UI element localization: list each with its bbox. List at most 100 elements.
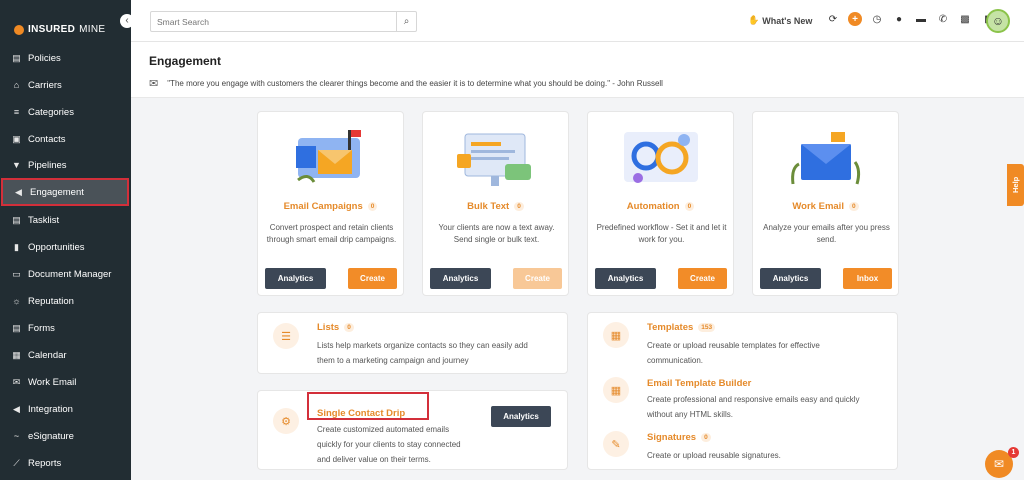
signatures-description: Create or upload reusable signatures. xyxy=(647,451,781,460)
sidebar-item-contacts[interactable]: ▣ Contacts xyxy=(0,126,131,152)
chip-icon[interactable]: ▩ xyxy=(958,12,972,26)
tile-title-text[interactable]: Automation xyxy=(627,201,680,212)
sidebar: INSURED MINE ‹ ▤ Policies ⌂ Carriers ≡ Categ… xyxy=(0,0,134,480)
sidebar-item-label: Reports xyxy=(28,457,62,469)
search-icon[interactable]: ⌕ xyxy=(396,12,416,31)
create-button[interactable]: Create xyxy=(513,268,562,289)
tile-title-text[interactable]: Bulk Text xyxy=(467,201,509,212)
sidebar-item-calendar[interactable]: ▦ Calendar xyxy=(0,342,131,368)
signature-icon: ~ xyxy=(13,431,20,441)
top-bar: ⌕ ✋What's New ⟳ + ◷ ● ▬ ✆ ▩ ▮ ☺ xyxy=(131,0,1024,42)
analytics-button[interactable]: Analytics xyxy=(430,268,491,289)
sidebar-item-reports[interactable]: ⟋ Reports xyxy=(0,450,131,476)
lists-title: Lists 0 xyxy=(317,322,354,333)
whats-new-label: What's New xyxy=(762,15,813,26)
brand-name-light: MINE xyxy=(79,24,106,35)
gears-icon xyxy=(624,132,698,183)
smart-search: ⌕ xyxy=(150,11,417,32)
search-input[interactable] xyxy=(151,12,396,31)
count-badge: 0 xyxy=(848,201,859,211)
mailbox-icon xyxy=(296,130,361,183)
line-chart-icon: ⟋ xyxy=(13,457,20,468)
help-tab[interactable]: Help xyxy=(1007,164,1024,206)
list-icon: ▤ xyxy=(12,214,21,225)
create-button[interactable]: Create xyxy=(348,268,397,289)
phone-icon[interactable]: ✆ xyxy=(936,12,950,26)
drip-icon: ⚙ xyxy=(273,408,299,434)
add-icon[interactable]: + xyxy=(848,12,862,26)
drip-desc-line: and deliver value on their terms. xyxy=(317,455,431,464)
chat-badge: 1 xyxy=(1008,447,1019,458)
analytics-button[interactable]: Analytics xyxy=(760,268,821,289)
drip-description: Create customized automated emails quick… xyxy=(317,422,497,467)
sidebar-item-forms[interactable]: ▤ Forms xyxy=(0,315,131,341)
count-badge: 0 xyxy=(701,432,711,442)
tile-title: Work Email 0 xyxy=(753,201,898,212)
sidebar-item-engagement[interactable]: ◀ Engagement xyxy=(1,178,129,206)
builder-desc-line: Create professional and responsive email… xyxy=(647,395,860,404)
sidebar-item-label: Contacts xyxy=(28,133,66,145)
create-button[interactable]: Create xyxy=(678,268,727,289)
bulk-text-card: Bulk Text 0 Your clients are now a text a… xyxy=(422,111,569,296)
tile-title: Automation 0 xyxy=(588,201,733,212)
brand-logo[interactable]: INSURED MINE xyxy=(14,24,105,35)
reputation-icon: ☼ xyxy=(12,296,21,306)
tile-title-text[interactable]: Work Email xyxy=(792,201,844,212)
form-icon: ▤ xyxy=(12,322,21,333)
bell-icon[interactable]: ● xyxy=(892,12,906,26)
automation-card: Automation 0 Predefined workflow - Set it… xyxy=(587,111,734,296)
clock-icon[interactable]: ◷ xyxy=(870,12,884,26)
analytics-button[interactable]: Analytics xyxy=(491,406,551,427)
signature-icon: ✎ xyxy=(603,431,629,457)
lists-desc-line: Lists help markets organize contacts so … xyxy=(317,341,528,350)
sidebar-item-label: Carriers xyxy=(28,79,62,91)
refresh-icon[interactable]: ⟳ xyxy=(826,12,840,26)
analytics-button[interactable]: Analytics xyxy=(265,268,326,289)
avatar[interactable]: ☺ xyxy=(986,9,1010,33)
sidebar-item-categories[interactable]: ≡ Categories xyxy=(0,99,131,125)
page-title: Engagement xyxy=(149,54,222,68)
bank-icon: ⌂ xyxy=(13,80,20,90)
chat-screen-icon xyxy=(457,133,531,186)
tile-title: Email Campaigns 0 xyxy=(258,201,403,212)
drip-desc-line: quickly for your clients to stay connect… xyxy=(317,440,461,449)
sidebar-item-esignature[interactable]: ~ eSignature xyxy=(0,423,131,449)
analytics-button[interactable]: Analytics xyxy=(595,268,656,289)
signatures-title-text[interactable]: Signatures xyxy=(647,432,696,443)
sidebar-item-document-manager[interactable]: ▭ Document Manager xyxy=(0,261,131,287)
quote: ✉ "The more you engage with customers th… xyxy=(149,77,663,90)
templates-title-text[interactable]: Templates xyxy=(647,322,693,333)
templates-desc-line: Create or upload reusable templates for … xyxy=(647,341,820,350)
whats-new-link[interactable]: ✋ What's New xyxy=(748,15,812,26)
inbox-button[interactable]: Inbox xyxy=(843,268,892,289)
highlight-box xyxy=(307,392,429,420)
templates-card: ▦ Templates 153 Create or upload reusable… xyxy=(587,312,898,470)
sidebar-item-label: Engagement xyxy=(30,186,84,198)
sidebar-item-policies[interactable]: ▤ Policies xyxy=(0,45,131,71)
sidebar-item-tasklist[interactable]: ▤ Tasklist xyxy=(0,207,131,233)
lists-card: ☰ Lists 0 Lists help markets organize con… xyxy=(257,312,568,374)
chat-icon[interactable]: ▬ xyxy=(914,12,928,26)
brand-name-bold: INSURED xyxy=(28,24,76,35)
builder-title[interactable]: Email Template Builder xyxy=(647,378,751,389)
tile-title-text[interactable]: Email Campaigns xyxy=(284,201,363,212)
sidebar-item-label: Tasklist xyxy=(28,214,60,226)
sidebar-item-integration[interactable]: ◀ Integration xyxy=(0,396,131,422)
lists-title-text[interactable]: Lists xyxy=(317,322,339,333)
mail-icon: ✉ xyxy=(12,376,21,387)
calendar-icon: ▦ xyxy=(12,349,21,360)
help-label: Help xyxy=(1011,176,1020,194)
lists-desc-line: them to a marketing campaign and journey xyxy=(317,356,469,365)
sidebar-item-label: eSignature xyxy=(28,430,74,442)
sidebar-item-pipelines[interactable]: ▼ Pipelines xyxy=(0,152,131,178)
sidebar-item-reputation[interactable]: ☼ Reputation xyxy=(0,288,131,314)
sidebar-item-work-email[interactable]: ✉ Work Email xyxy=(0,369,131,395)
sidebar-item-label: Categories xyxy=(28,106,74,118)
sidebar-item-opportunities[interactable]: ▮ Opportunities xyxy=(0,234,131,260)
sidebar-item-label: Forms xyxy=(28,322,55,334)
sidebar-item-label: Work Email xyxy=(28,376,77,388)
sidebar-item-carriers[interactable]: ⌂ Carriers xyxy=(0,72,131,98)
count-badge: 0 xyxy=(684,201,695,211)
hand-icon: ✋ xyxy=(748,15,760,25)
list-icon: ☰ xyxy=(273,323,299,349)
